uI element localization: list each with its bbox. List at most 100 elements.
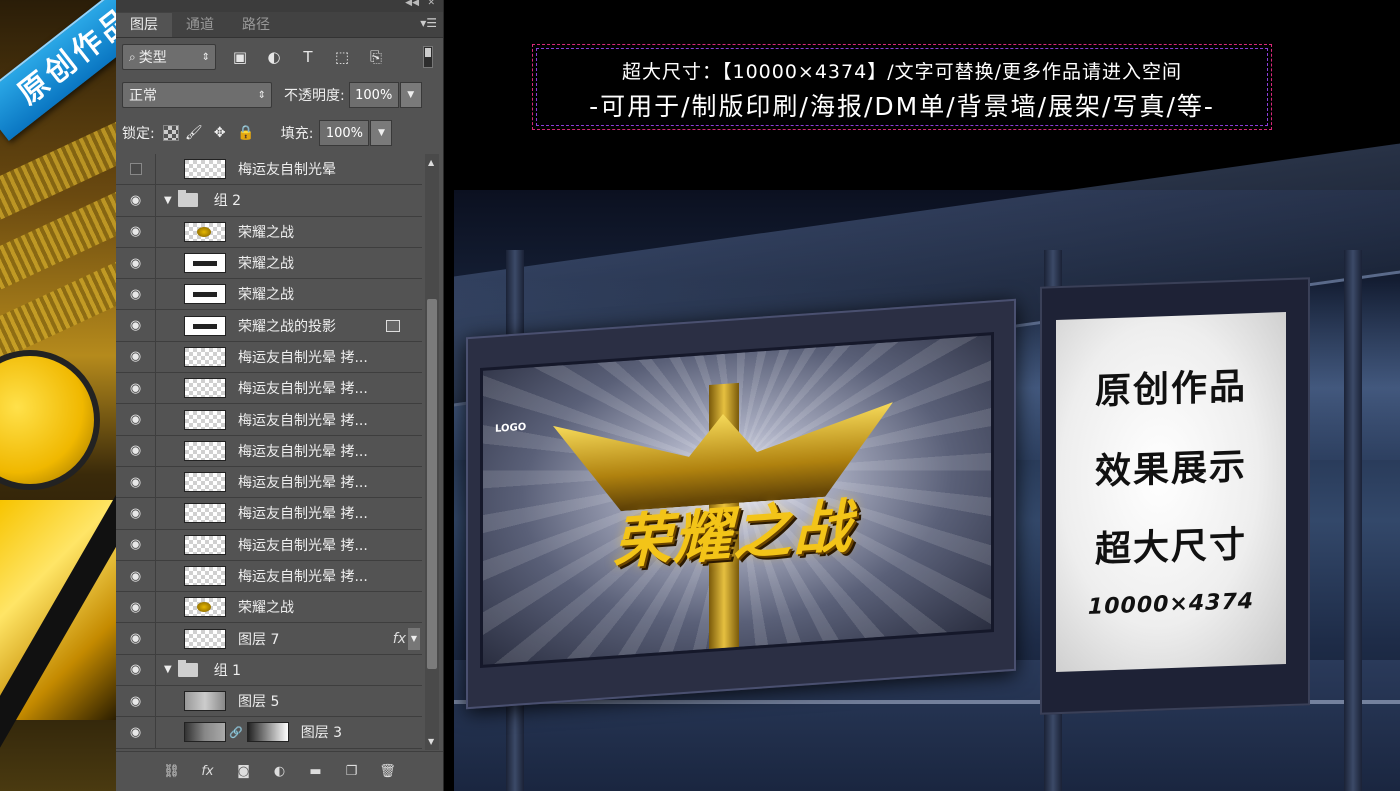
- close-panel-icon[interactable]: ✕: [427, 0, 435, 8]
- tab-layers[interactable]: 图层: [116, 13, 172, 37]
- layer-name: 荣耀之战: [238, 287, 294, 304]
- expand-triangle-icon[interactable]: ▼: [164, 195, 172, 206]
- new-group-folder-icon[interactable]: ▬: [305, 761, 327, 783]
- visibility-toggle[interactable]: ◉: [116, 310, 156, 341]
- visibility-toggle[interactable]: ◉: [116, 279, 156, 310]
- yellow-disc-shape: [0, 350, 100, 490]
- layer-row[interactable]: ◉ 荣耀之战: [116, 279, 422, 311]
- delete-layer-trash-icon[interactable]: 🗑: [377, 761, 399, 783]
- layer-row[interactable]: ◉ 梅运友自制光晕 拷...: [116, 404, 422, 436]
- info-size-line: 超大尺寸：【10000×4374】/文字可替换/更多作品请进入空间: [621, 61, 1183, 83]
- opacity-dropdown-button[interactable]: ▼: [399, 82, 422, 108]
- layer-name: 图层 3: [300, 725, 343, 742]
- layer-row[interactable]: ◉ 荣耀之战的投影: [116, 310, 422, 342]
- expand-triangle-icon[interactable]: ▼: [164, 664, 172, 675]
- filter-kind-select[interactable]: ⌕ 类型 ⇕: [122, 44, 216, 70]
- lock-all-padlock-icon[interactable]: 🔒: [235, 122, 257, 144]
- visibility-toggle[interactable]: ◉: [116, 686, 156, 717]
- visibility-toggle[interactable]: ◉: [116, 216, 156, 247]
- layer-row[interactable]: 梅运友自制光晕: [116, 154, 422, 186]
- layer-effects-badge[interactable]: fx: [393, 631, 406, 647]
- image-filter-icon[interactable]: ▣: [230, 47, 250, 67]
- visibility-toggle[interactable]: ◉: [116, 498, 156, 529]
- scroll-up-arrow-icon[interactable]: ▲: [428, 158, 434, 167]
- filter-row: ⌕ 类型 ⇕ ▣ ◐ T ⬚ ⎘: [116, 38, 443, 76]
- visibility-toggle[interactable]: ◉: [116, 466, 156, 498]
- layer-list-scrollbar[interactable]: ▲ ▼: [425, 154, 439, 750]
- visibility-toggle[interactable]: ◉: [116, 185, 156, 216]
- visibility-toggle[interactable]: ◉: [116, 654, 156, 686]
- panel-menu-icon[interactable]: ▾☰: [420, 16, 437, 30]
- layer-thumbnail: [184, 597, 226, 618]
- lock-position-move-icon[interactable]: ✥: [209, 122, 231, 144]
- visibility-toggle[interactable]: ◉: [116, 623, 156, 654]
- lock-transparent-pixels-icon[interactable]: [162, 125, 179, 141]
- layer-row[interactable]: ◉ 梅运友自制光晕 拷...: [116, 435, 422, 467]
- layer-row[interactable]: ◉ 梅运友自制光晕 拷...: [116, 529, 422, 561]
- new-layer-icon[interactable]: ❐: [341, 761, 363, 783]
- eye-icon: ◉: [129, 224, 142, 240]
- add-layer-style-icon[interactable]: fx: [197, 761, 219, 783]
- expand-effects-icon[interactable]: ▼: [408, 627, 420, 650]
- fill-dropdown-button[interactable]: ▼: [370, 120, 393, 146]
- layer-row[interactable]: ◉ 荣耀之战: [116, 592, 422, 624]
- fill-input[interactable]: 100%: [319, 120, 370, 146]
- layer-row[interactable]: ◉ 荣耀之战: [116, 247, 422, 280]
- visibility-toggle[interactable]: ◉: [116, 529, 156, 560]
- layer-row[interactable]: ◉ 梅运友自制光晕 拷...: [116, 498, 422, 530]
- layer-row[interactable]: ◉ 图层 5: [116, 686, 422, 718]
- visibility-toggle[interactable]: ◉: [116, 373, 156, 404]
- collapse-panel-icon[interactable]: ◀◀: [405, 0, 419, 8]
- layer-thumbnail: [184, 503, 226, 524]
- layer-row[interactable]: ◉ 图层 7 fx ▼: [116, 623, 422, 655]
- link-layers-icon[interactable]: ⛓: [161, 761, 183, 783]
- visibility-toggle[interactable]: ◉: [116, 341, 156, 373]
- tab-paths[interactable]: 路径: [228, 13, 284, 37]
- layer-thumbnail: [184, 221, 226, 242]
- layer-thumbnail: [184, 628, 226, 649]
- new-adjustment-layer-icon[interactable]: ◐: [269, 761, 291, 783]
- panel-title-bar: ◀◀ ✕: [116, 0, 443, 12]
- visibility-toggle[interactable]: ◉: [116, 592, 156, 623]
- layer-name: 荣耀之战的投影: [238, 318, 336, 335]
- lock-image-pixels-brush-icon[interactable]: 🖌: [183, 122, 205, 144]
- smart-object-filter-icon[interactable]: ⎘: [366, 47, 386, 67]
- folder-icon: [177, 659, 198, 677]
- layer-row[interactable]: ◉ 荣耀之战: [116, 216, 422, 248]
- filter-toggle-switch[interactable]: [423, 46, 433, 68]
- layer-row[interactable]: ◉ 梅运友自制光晕 拷...: [116, 341, 422, 374]
- layer-name: 梅运友自制光晕 拷...: [238, 506, 368, 523]
- visibility-toggle[interactable]: ◉: [116, 404, 156, 435]
- group-row[interactable]: ◉ ▼ 组 2: [116, 185, 422, 217]
- scrollbar-thumb[interactable]: [427, 299, 437, 669]
- scroll-down-arrow-icon[interactable]: ▼: [428, 737, 434, 746]
- layer-row[interactable]: ◉ 梅运友自制光晕 拷...: [116, 466, 422, 499]
- add-mask-icon[interactable]: ◙: [233, 761, 255, 783]
- visibility-toggle[interactable]: ◉: [116, 560, 156, 592]
- visibility-toggle-off[interactable]: [116, 154, 156, 185]
- layer-thumbnail: [184, 440, 226, 461]
- eye-icon: ◉: [129, 631, 142, 647]
- visibility-toggle[interactable]: ◉: [116, 435, 156, 466]
- opacity-label: 不透明度:: [284, 88, 345, 104]
- eye-icon: ◉: [129, 505, 142, 521]
- layer-row[interactable]: ◉ 梅运友自制光晕 拷...: [116, 373, 422, 405]
- layer-row[interactable]: ◉ 梅运友自制光晕 拷...: [116, 560, 422, 593]
- tab-channels[interactable]: 通道: [172, 13, 228, 37]
- filter-kind-value: 类型: [138, 50, 167, 66]
- opacity-input[interactable]: 100%: [348, 82, 399, 108]
- visibility-toggle[interactable]: ◉: [116, 247, 156, 279]
- shelter-pillar: [1344, 250, 1362, 791]
- type-filter-icon[interactable]: T: [298, 47, 318, 67]
- blend-mode-select[interactable]: 正常 ⇕: [122, 82, 272, 108]
- adjustment-filter-icon[interactable]: ◐: [264, 47, 284, 67]
- panel-tabs: 图层 通道 路径 ▾☰: [116, 12, 443, 38]
- layer-row[interactable]: ◉ 🔗 图层 3: [116, 717, 422, 749]
- mask-link-icon[interactable]: 🔗: [229, 726, 243, 739]
- layer-mask-thumbnail[interactable]: [246, 722, 289, 743]
- shape-filter-icon[interactable]: ⬚: [332, 47, 352, 67]
- billboard-poster: LOGO 荣耀之战: [480, 332, 994, 668]
- info-usage-line: -可用于/制版印刷/海报/DM单/背景墙/展架/写真/等-: [589, 92, 1215, 121]
- visibility-toggle[interactable]: ◉: [116, 717, 156, 748]
- group-row[interactable]: ◉ ▼ 组 1: [116, 654, 422, 687]
